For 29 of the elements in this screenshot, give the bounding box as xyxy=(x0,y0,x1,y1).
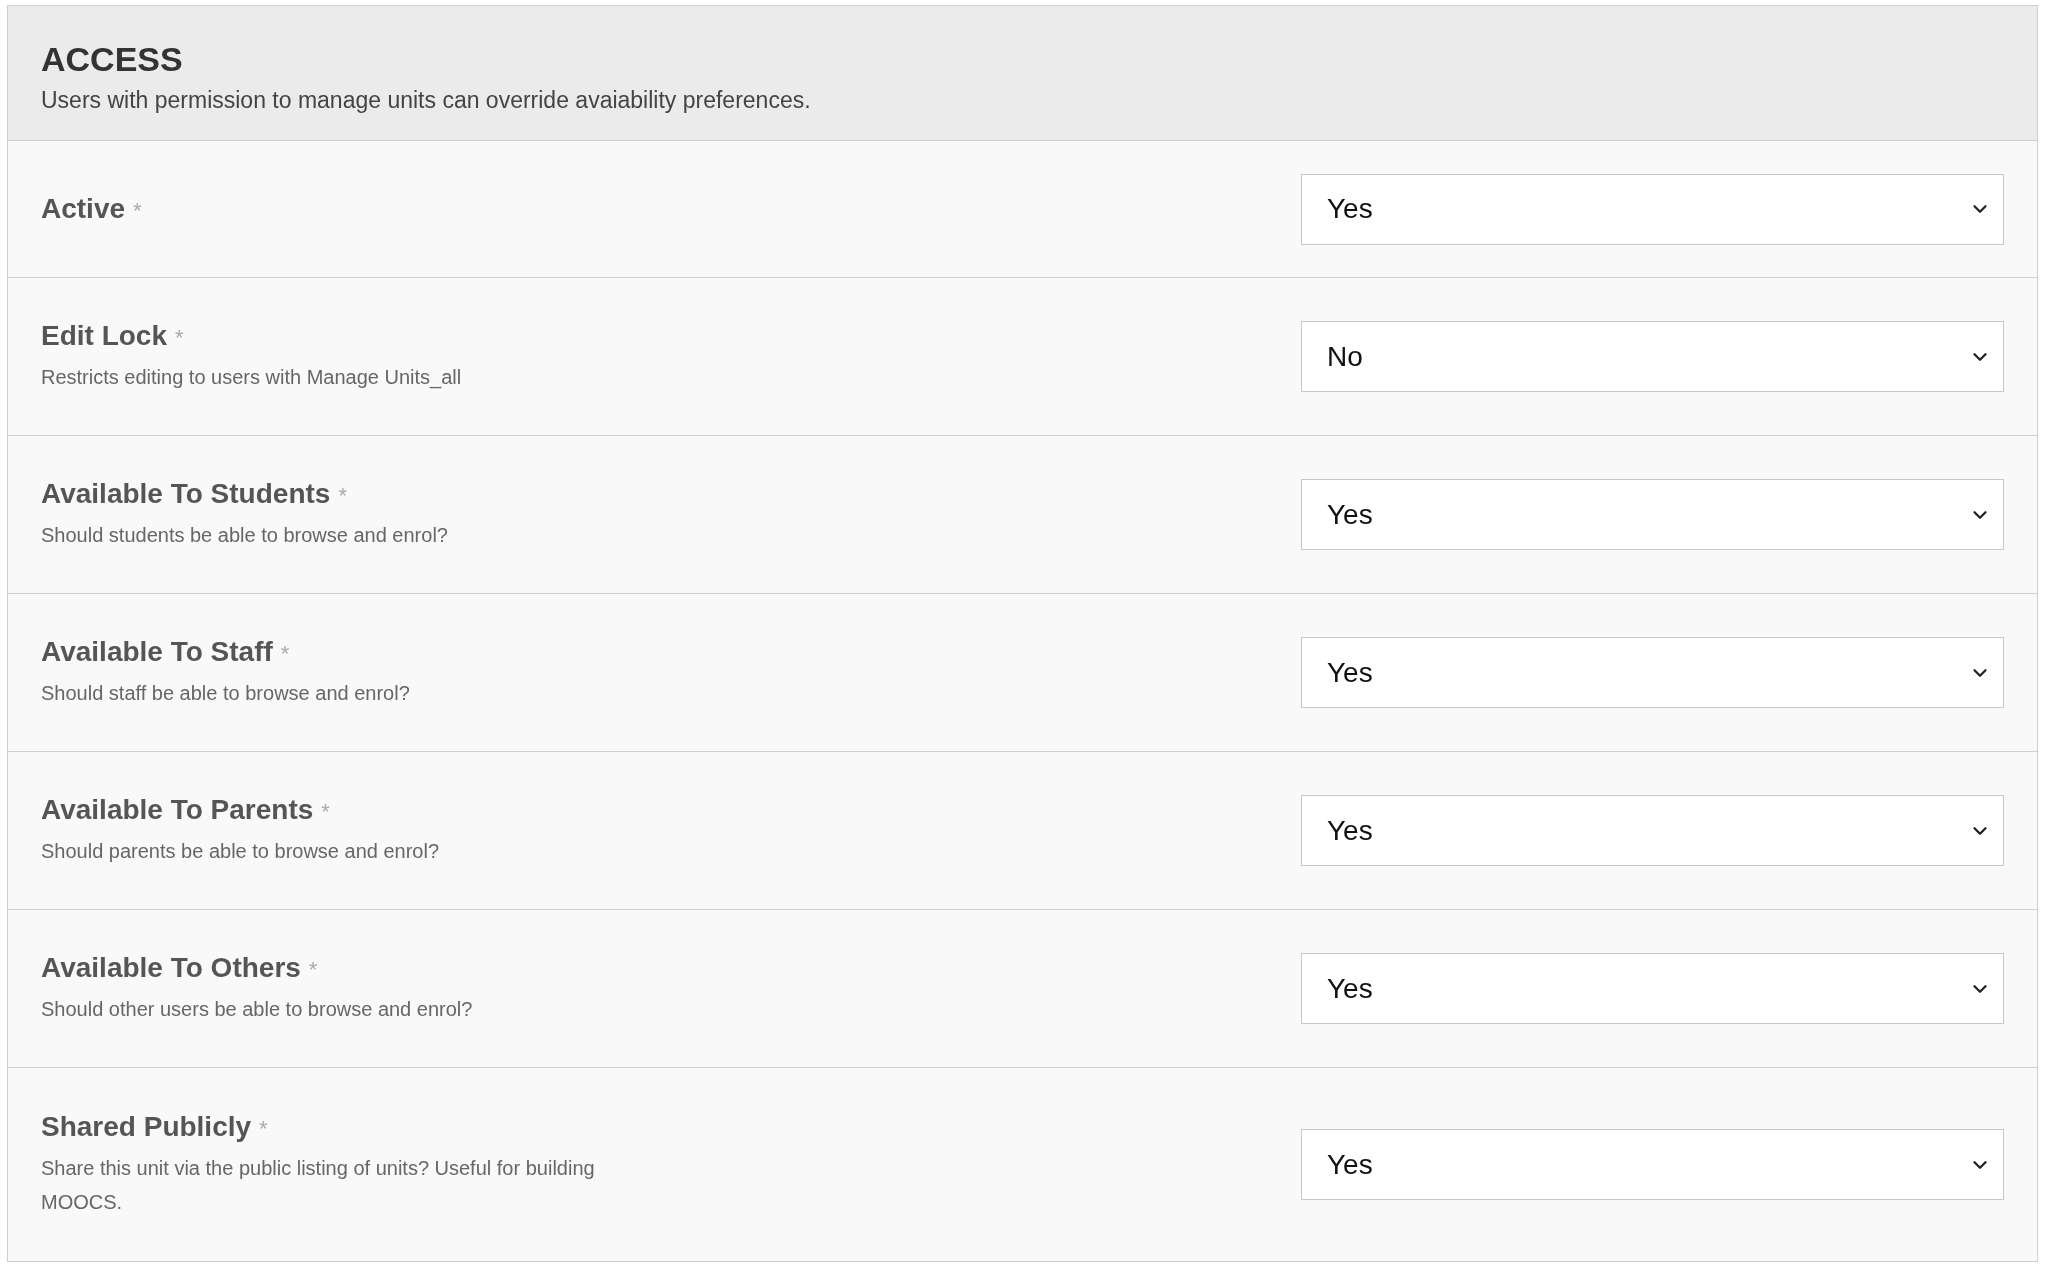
field-label: Available To Students xyxy=(41,477,331,510)
select-field[interactable]: Yes xyxy=(1301,173,2004,245)
field-label: Available To Others xyxy=(41,951,301,984)
field-label: Shared Publicly xyxy=(41,1110,252,1143)
field-label: Edit Lock xyxy=(41,319,167,352)
required-mark: * xyxy=(321,798,330,825)
field-description: Restricts editing to users with Manage Units_all xyxy=(41,364,462,391)
field-label: Active xyxy=(41,193,126,225)
select-field[interactable]: Yes xyxy=(1301,637,2004,708)
required-mark: * xyxy=(133,198,142,224)
required-mark: * xyxy=(259,1115,268,1142)
required-mark: * xyxy=(338,482,347,509)
field-description: Should students be able to browse and enrol? xyxy=(41,522,448,548)
select-field[interactable]: Yes xyxy=(1301,479,2004,550)
required-mark: * xyxy=(308,956,318,983)
select-field[interactable]: Yes xyxy=(1301,953,2004,1024)
select-field[interactable]: No xyxy=(1301,321,2004,392)
required-mark: * xyxy=(280,640,290,667)
field-description: Should staff be able to browse and enrol? xyxy=(41,680,410,706)
section-title: ACCESS xyxy=(41,40,184,79)
field-label: Available To Staff xyxy=(41,635,273,668)
select-field[interactable]: Yes xyxy=(1301,1129,2004,1200)
field-description: Should parents be able to browse and enrol? xyxy=(41,838,440,864)
required-mark: * xyxy=(175,324,184,351)
field-label: Available To Parents xyxy=(41,793,314,826)
select-field[interactable]: Yes xyxy=(1301,795,2004,866)
field-description: Share this unit via the public listing of units? Useful for building MOOCS. xyxy=(41,1155,596,1215)
section-description: Users with permission to manage units can override avaiability preferences. xyxy=(41,87,812,114)
field-description: Should other users be able to browse and enrol? xyxy=(41,996,473,1022)
